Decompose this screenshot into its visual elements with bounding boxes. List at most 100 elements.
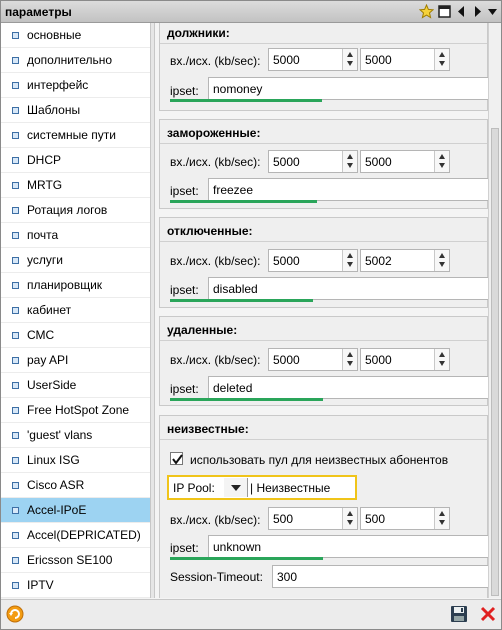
settings-content: должники: вх./исх. (kb/sec): 5000 5000 i… xyxy=(156,23,488,598)
sidebar-item-interface[interactable]: интерфейс xyxy=(1,73,150,98)
ipset-input[interactable]: nomoney xyxy=(208,77,488,100)
pane-splitter[interactable] xyxy=(151,23,155,598)
stepper-arrows[interactable] xyxy=(342,49,357,70)
out-speed-stepper[interactable]: 5000 xyxy=(360,48,450,71)
sidebar-item-pay-api[interactable]: pay API xyxy=(1,348,150,373)
sidebar-item-system-paths[interactable]: системные пути xyxy=(1,123,150,148)
stepper-up-icon[interactable] xyxy=(439,253,445,258)
stepper-up-icon[interactable] xyxy=(347,154,353,159)
ip-pool-value[interactable]: | Неизвестные xyxy=(250,481,330,495)
scrollbar-thumb[interactable] xyxy=(491,128,499,596)
sidebar-item-services[interactable]: услуги xyxy=(1,248,150,273)
sidebar-item-mail[interactable]: почта xyxy=(1,223,150,248)
content-scrollbar[interactable] xyxy=(488,23,501,598)
stepper-up-icon[interactable] xyxy=(347,352,353,357)
sidebar-item-mrtg[interactable]: MRTG xyxy=(1,173,150,198)
stepper-up-icon[interactable] xyxy=(439,52,445,57)
ipset-input[interactable]: freezee xyxy=(208,178,488,201)
sidebar-item-accel-depricated[interactable]: Accel(DEPRICATED) xyxy=(1,523,150,548)
sidebar-item-label: DHCP xyxy=(27,153,62,167)
in-speed-stepper[interactable]: 5000 xyxy=(268,249,358,272)
ipset-input[interactable]: unknown xyxy=(208,535,488,558)
bullet-icon xyxy=(12,307,19,314)
sidebar-item-label: UserSide xyxy=(27,378,77,392)
settings-window: параметры основные дополнительно интерфе… xyxy=(0,0,502,630)
ip-pool-dropdown-button[interactable] xyxy=(224,478,248,497)
stepper-up-icon[interactable] xyxy=(347,52,353,57)
bullet-icon xyxy=(12,157,19,164)
stepper-arrows[interactable] xyxy=(342,250,357,271)
in-speed-stepper[interactable]: 5000 xyxy=(268,48,358,71)
sidebar-item-dhcp[interactable]: DHCP xyxy=(1,148,150,173)
out-speed-stepper[interactable]: 5000 xyxy=(360,348,450,371)
sidebar-item-log-rotation[interactable]: Ротация логов xyxy=(1,198,150,223)
session-timeout-input[interactable]: 300 xyxy=(272,565,488,588)
ip-pool-label: IP Pool: xyxy=(173,481,215,495)
stepper-down-icon[interactable] xyxy=(347,61,353,66)
stepper-up-icon[interactable] xyxy=(439,352,445,357)
window-icon[interactable] xyxy=(437,4,452,19)
out-speed-value: 5000 xyxy=(365,53,392,67)
stepper-arrows[interactable] xyxy=(434,49,449,70)
sidebar-item-dopolnitelno[interactable]: дополнительно xyxy=(1,48,150,73)
sidebar-item-osnovnye[interactable]: основные xyxy=(1,23,150,48)
stepper-down-icon[interactable] xyxy=(439,61,445,66)
star-icon[interactable] xyxy=(419,4,434,19)
bullet-icon xyxy=(12,57,19,64)
sidebar-item-userside[interactable]: UserSide xyxy=(1,373,150,398)
sidebar-item-sms[interactable]: СМС xyxy=(1,323,150,348)
sidebar-item-iptv[interactable]: IPTV xyxy=(1,573,150,598)
sidebar-item-label: интерфейс xyxy=(27,78,89,92)
ipset-input[interactable]: deleted xyxy=(208,376,488,399)
chevron-down-icon[interactable] xyxy=(485,4,500,19)
in-speed-stepper[interactable]: 5000 xyxy=(268,348,358,371)
stepper-arrows[interactable] xyxy=(434,250,449,271)
stepper-down-icon[interactable] xyxy=(439,520,445,525)
out-speed-value: 5002 xyxy=(365,254,392,268)
field-underline xyxy=(170,200,317,203)
stepper-up-icon[interactable] xyxy=(439,511,445,516)
sidebar-item-linux-isg[interactable]: Linux ISG xyxy=(1,448,150,473)
out-speed-stepper[interactable]: 5000 xyxy=(360,150,450,173)
stepper-down-icon[interactable] xyxy=(439,262,445,267)
sidebar-item-cisco-asr[interactable]: Cisco ASR xyxy=(1,473,150,498)
stepper-arrows[interactable] xyxy=(434,349,449,370)
save-icon[interactable] xyxy=(450,605,468,623)
sidebar-item-guest-vlans[interactable]: 'guest' vlans xyxy=(1,423,150,448)
out-speed-value: 5000 xyxy=(365,353,392,367)
stepper-arrows[interactable] xyxy=(342,508,357,529)
arrow-left-icon[interactable] xyxy=(454,4,469,19)
field-underline xyxy=(170,99,322,102)
close-icon[interactable] xyxy=(479,605,497,623)
in-speed-stepper[interactable]: 500 xyxy=(268,507,358,530)
stepper-up-icon[interactable] xyxy=(347,253,353,258)
section-deleted: удаленные: вх./исх. (kb/sec): 5000 5000 … xyxy=(159,316,488,406)
stepper-arrows[interactable] xyxy=(342,151,357,172)
sidebar-item-cabinet[interactable]: кабинет xyxy=(1,298,150,323)
ipset-input[interactable]: disabled xyxy=(208,277,488,300)
stepper-down-icon[interactable] xyxy=(347,262,353,267)
sidebar-item-label: дополнительно xyxy=(27,53,113,67)
stepper-down-icon[interactable] xyxy=(347,361,353,366)
sidebar-item-accel-ipoe[interactable]: Accel-IPoE xyxy=(1,498,150,523)
stepper-up-icon[interactable] xyxy=(439,154,445,159)
stepper-up-icon[interactable] xyxy=(347,511,353,516)
stepper-arrows[interactable] xyxy=(434,508,449,529)
use-pool-checkbox[interactable] xyxy=(170,452,183,465)
in-speed-stepper[interactable]: 5000 xyxy=(268,150,358,173)
sidebar-item-templates[interactable]: Шаблоны xyxy=(1,98,150,123)
stepper-down-icon[interactable] xyxy=(439,163,445,168)
arrow-right-icon[interactable] xyxy=(470,4,485,19)
refresh-icon[interactable] xyxy=(6,605,24,623)
sidebar-item-label: Ротация логов xyxy=(27,203,108,217)
stepper-down-icon[interactable] xyxy=(347,163,353,168)
out-speed-stepper[interactable]: 5002 xyxy=(360,249,450,272)
out-speed-stepper[interactable]: 500 xyxy=(360,507,450,530)
stepper-down-icon[interactable] xyxy=(347,520,353,525)
stepper-down-icon[interactable] xyxy=(439,361,445,366)
sidebar-item-ericsson[interactable]: Ericsson SE100 xyxy=(1,548,150,573)
sidebar-item-scheduler[interactable]: планировщик xyxy=(1,273,150,298)
stepper-arrows[interactable] xyxy=(342,349,357,370)
sidebar-item-free-hotspot[interactable]: Free HotSpot Zone xyxy=(1,398,150,423)
stepper-arrows[interactable] xyxy=(434,151,449,172)
